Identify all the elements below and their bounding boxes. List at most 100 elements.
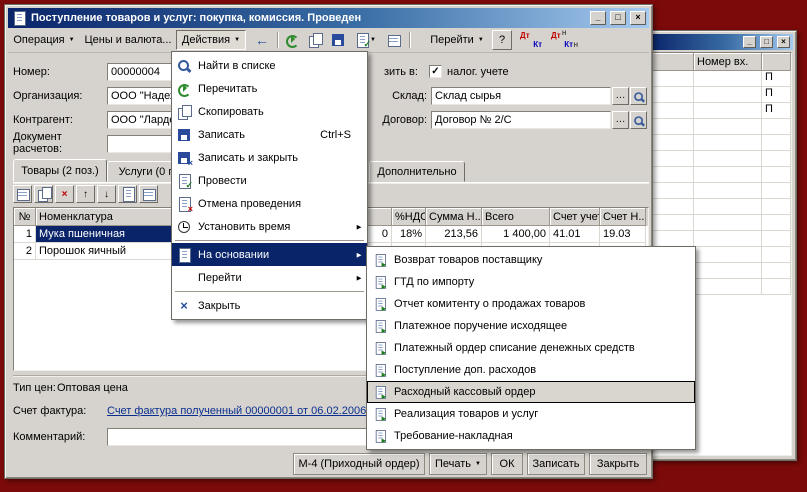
menu-item-go[interactable]: Перейти ► xyxy=(172,266,367,289)
tax-accounting-label: налог. учете xyxy=(447,66,509,78)
move-down-button[interactable]: ↓ xyxy=(97,185,116,203)
fill-button[interactable] xyxy=(139,185,158,203)
warehouse-ellipsis-button[interactable]: … xyxy=(612,87,629,105)
submenu-item-sales-of-goods[interactable]: ► Реализация товаров и услуг xyxy=(367,403,695,425)
menu-go[interactable]: Перейти ▼ xyxy=(426,30,488,50)
background-window-titlebar[interactable]: _ □ × xyxy=(650,34,793,50)
menu-item-copy[interactable]: Скопировать xyxy=(172,100,367,123)
col-total[interactable]: Всего xyxy=(482,208,550,226)
titlebar[interactable]: Поступление товаров и услуг: покупка, ко… xyxy=(8,8,649,28)
warehouse-open-button[interactable] xyxy=(630,87,647,105)
down-arrow-icon: ↓ xyxy=(104,189,109,200)
menu-item-post[interactable]: ✓ Провести xyxy=(172,169,367,192)
ok-button[interactable]: ОК xyxy=(491,453,523,475)
menu-item-unpost[interactable]: × Отмена проведения xyxy=(172,192,367,215)
submenu-item-requirement-invoice[interactable]: ► Требование-накладная xyxy=(367,425,695,447)
bg-row[interactable] xyxy=(652,135,791,151)
col-vat-sum[interactable]: Сумма Н... xyxy=(426,208,482,226)
order-button[interactable] xyxy=(118,185,137,203)
bg-row[interactable]: П xyxy=(652,71,791,87)
copy-icon xyxy=(36,186,52,202)
warehouse-input[interactable] xyxy=(431,87,611,105)
copy-icon xyxy=(176,104,192,120)
contract-open-button[interactable] xyxy=(630,111,647,129)
tax-accounting-checkbox[interactable]: ✓ xyxy=(429,65,442,78)
up-arrow-icon: ↑ xyxy=(83,189,88,200)
ok-label: ОК xyxy=(500,458,515,470)
delete-row-button[interactable]: × xyxy=(55,185,74,203)
print-button[interactable]: Печать ▼ xyxy=(429,453,487,475)
bg-row[interactable] xyxy=(652,183,791,199)
bg-row[interactable] xyxy=(652,215,791,231)
menu-operation[interactable]: Операция ▼ xyxy=(10,30,78,50)
bg-row[interactable]: П xyxy=(652,87,791,103)
save-button[interactable] xyxy=(327,30,349,50)
menu-item-find-in-list[interactable]: Найти в списке xyxy=(172,54,367,77)
close-button[interactable]: × xyxy=(630,11,646,25)
document-icon: ► xyxy=(373,319,387,333)
bg-row[interactable] xyxy=(652,231,791,247)
invoice-link[interactable]: Счет фактура полученный 00000001 от 06.0… xyxy=(107,405,366,417)
submenu-item-additional-expenses[interactable]: ► Поступление доп. расходов xyxy=(367,359,695,381)
help-button[interactable]: ? xyxy=(492,30,512,50)
submenu-item-payment-writeoff[interactable]: ► Платежный ордер списание денежных сред… xyxy=(367,337,695,359)
bg-row[interactable] xyxy=(652,167,791,183)
move-up-button[interactable]: ↑ xyxy=(76,185,95,203)
tab-goods[interactable]: Товары (2 поз.) xyxy=(13,159,107,182)
dtkt-n-button[interactable]: ДтН КтН xyxy=(548,30,576,50)
bg-row[interactable]: П xyxy=(652,103,791,119)
document-icon: ► xyxy=(373,363,387,377)
menu-item-based-on[interactable]: На основании ► xyxy=(172,243,367,266)
document-icon: ► xyxy=(373,429,387,443)
copy-button[interactable] xyxy=(304,30,326,50)
number-label: Номер: xyxy=(13,66,50,78)
bg-row[interactable] xyxy=(652,119,791,135)
menu-item-write-and-close[interactable]: × Записать и закрыть xyxy=(172,146,367,169)
post-split-button[interactable]: ✓ ▼ xyxy=(350,30,380,50)
maximize-button[interactable]: □ xyxy=(610,11,626,25)
reread-button[interactable] xyxy=(281,30,303,50)
bg-row[interactable] xyxy=(652,199,791,215)
write-button[interactable]: Записать xyxy=(527,453,585,475)
save-close-icon: × xyxy=(176,150,192,166)
submenu-item-outgoing-payment-order[interactable]: ► Платежное поручение исходящее xyxy=(367,315,695,337)
copy-row-button[interactable] xyxy=(34,185,53,203)
menu-item-write[interactable]: Записать Ctrl+S xyxy=(172,123,367,146)
contract-input[interactable] xyxy=(431,111,611,129)
back-button[interactable]: ← xyxy=(250,30,274,50)
bg-maximize-button[interactable]: □ xyxy=(760,36,773,48)
col-nomenclature[interactable]: Номенклатура xyxy=(36,208,184,226)
bg-minimize-button[interactable]: _ xyxy=(743,36,756,48)
menu-item-set-time[interactable]: Установить время ► xyxy=(172,215,367,238)
background-list-header: Номер вх. xyxy=(652,53,791,71)
new-row-icon xyxy=(15,186,31,202)
col-number[interactable]: № xyxy=(14,208,36,226)
table-icon xyxy=(141,186,157,202)
col-vat-rate[interactable]: %НДС xyxy=(392,208,426,226)
add-row-button[interactable] xyxy=(13,185,32,203)
menu-item-reread[interactable]: Перечитать xyxy=(172,77,367,100)
submenu-arrow-icon: ► xyxy=(355,222,363,231)
menu-actions[interactable]: Действия ▼ xyxy=(176,30,246,50)
close-label: Закрыть xyxy=(597,458,639,470)
menu-prices[interactable]: Цены и валюта... xyxy=(80,30,176,50)
col-account[interactable]: Счет учет... xyxy=(550,208,600,226)
submenu-item-consignment-report[interactable]: ► Отчет комитенту о продажах товаров xyxy=(367,293,695,315)
submenu-item-cash-expense-order[interactable]: ► Расходный кассовый ордер xyxy=(367,381,695,403)
close-window-button[interactable]: Закрыть xyxy=(589,453,647,475)
dropdown-arrow-icon: ▼ xyxy=(475,461,481,467)
list-button[interactable] xyxy=(383,30,405,50)
bg-close-button[interactable]: × xyxy=(777,36,790,48)
minimize-button[interactable]: _ xyxy=(590,11,606,25)
col-vat-account[interactable]: Счет Н... xyxy=(600,208,646,226)
table-toolbar: × ↑ ↓ xyxy=(13,185,158,203)
tab-additional[interactable]: Дополнительно xyxy=(369,161,465,182)
bg-row[interactable] xyxy=(652,151,791,167)
m4-order-button[interactable]: М-4 (Приходный ордер) xyxy=(293,453,425,475)
menu-item-close[interactable]: × Закрыть xyxy=(172,294,367,317)
reflect-in-label-fragment: зить в: xyxy=(384,66,418,78)
submenu-item-customs-declaration[interactable]: ► ГТД по импорту xyxy=(367,271,695,293)
dtkt-button[interactable]: Дт Кт xyxy=(518,30,544,50)
submenu-item-return-to-supplier[interactable]: ► Возврат товаров поставщику xyxy=(367,249,695,271)
contract-ellipsis-button[interactable]: … xyxy=(612,111,629,129)
